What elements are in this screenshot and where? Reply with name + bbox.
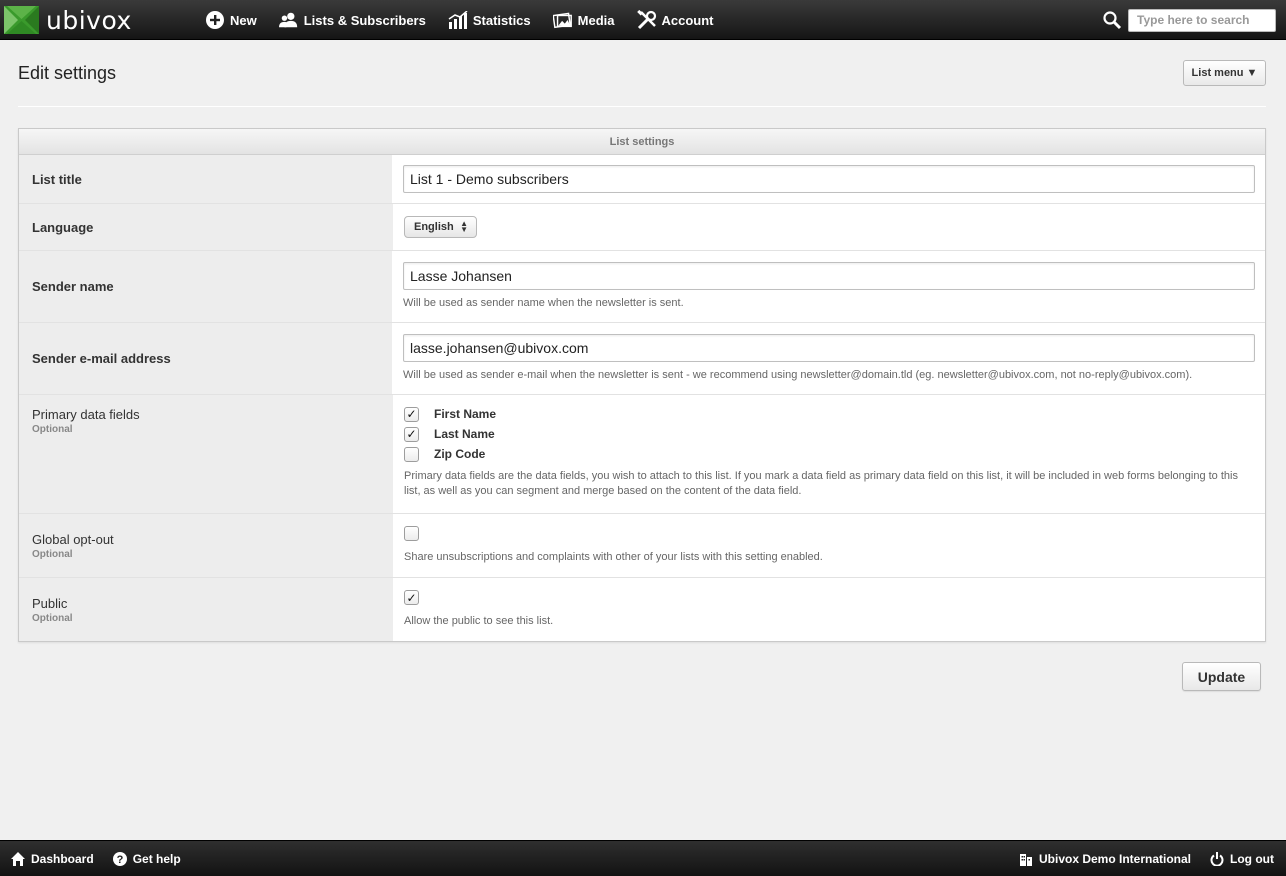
dashboard-label: Dashboard <box>31 852 94 866</box>
select-arrows-icon: ▲ ▼ <box>460 219 468 234</box>
nav-new-label: New <box>230 12 257 28</box>
nav-new[interactable]: New <box>205 10 257 30</box>
users-icon <box>278 10 299 30</box>
header-divider <box>18 106 1266 107</box>
list-title-label: List title <box>32 171 82 187</box>
first-name-checkbox[interactable]: ✓ <box>404 406 419 422</box>
panel-title: List settings <box>19 129 1265 155</box>
field-option-first-name: ✓ First Name <box>404 404 1255 424</box>
row-sender-email: Sender e-mail address Will be used as se… <box>19 323 1265 395</box>
sender-email-label: Sender e-mail address <box>32 351 171 366</box>
primary-fields-help: Primary data fields are the data fields,… <box>404 470 1238 497</box>
footer-dashboard-link[interactable]: Dashboard <box>10 851 94 867</box>
row-list-title: List title <box>19 155 1265 204</box>
nav-lists-subscribers[interactable]: Lists & Subscribers <box>278 10 426 30</box>
images-icon <box>552 10 573 30</box>
account-name-label: Ubivox Demo International <box>1038 852 1192 866</box>
footer-help-link[interactable]: ? Get help <box>112 851 181 867</box>
language-select-value: English <box>414 221 454 233</box>
primary-fields-label: Primary data fields <box>32 407 140 422</box>
public-label: Public <box>32 595 68 611</box>
power-icon <box>1209 851 1225 867</box>
nav-account[interactable]: Account <box>636 10 714 30</box>
row-language: Language English ▲ ▼ <box>19 204 1265 251</box>
field-option-zip-code: Zip Code <box>404 444 1255 464</box>
row-global-optout: Global opt-out Optional Share unsubscrip… <box>19 514 1265 578</box>
row-primary-data-fields: Primary data fields Optional ✓ First Nam… <box>19 395 1265 514</box>
page-title: Edit settings <box>18 63 117 83</box>
footer-logout-link[interactable]: Log out <box>1209 851 1274 867</box>
logout-label: Log out <box>1230 852 1274 866</box>
list-title-input[interactable] <box>403 165 1255 193</box>
primary-fields-optional: Optional <box>32 424 73 435</box>
zip-code-label: Zip Code <box>434 447 486 461</box>
sender-name-input[interactable] <box>403 262 1255 290</box>
nav-account-label: Account <box>661 12 714 28</box>
nav-statistics-label: Statistics <box>472 12 531 28</box>
row-sender-name: Sender name Will be used as sender name … <box>19 251 1265 323</box>
help-label: Get help <box>132 852 181 866</box>
home-icon <box>10 851 26 867</box>
help-icon: ? <box>112 851 128 867</box>
update-button[interactable]: Update <box>1182 662 1261 691</box>
tools-icon <box>636 10 657 30</box>
language-select[interactable]: English ▲ ▼ <box>404 216 477 238</box>
nav-media-label: Media <box>577 12 615 28</box>
row-public: Public Optional ✓ Allow the public to se… <box>19 578 1265 641</box>
global-optout-checkbox[interactable] <box>404 526 419 541</box>
global-optout-label: Global opt-out <box>32 531 114 547</box>
bar-chart-icon <box>448 10 468 30</box>
last-name-label: Last Name <box>434 427 495 441</box>
sender-email-input[interactable] <box>403 334 1255 362</box>
ubivox-logo[interactable]: ubivox <box>4 5 132 35</box>
nav-statistics[interactable]: Statistics <box>448 10 531 30</box>
list-settings-panel: List settings List title Language Englis… <box>18 128 1266 642</box>
search-icon[interactable] <box>1102 10 1122 30</box>
top-navigation-bar: ubivox New Lists & Subscribers Statistic… <box>0 0 1286 40</box>
sender-name-label: Sender name <box>32 279 114 294</box>
nav-media[interactable]: Media <box>552 10 615 30</box>
list-menu-button[interactable]: List menu ▼ <box>1183 60 1266 86</box>
public-checkbox[interactable]: ✓ <box>404 590 419 605</box>
last-name-checkbox[interactable]: ✓ <box>404 426 419 442</box>
main-nav: New Lists & Subscribers Statistics Media… <box>205 0 736 40</box>
field-option-last-name: ✓ Last Name <box>404 424 1255 444</box>
zip-code-checkbox[interactable] <box>404 446 419 462</box>
plus-circle-icon <box>205 10 225 30</box>
svg-text:?: ? <box>116 854 123 866</box>
global-optout-optional: Optional <box>32 548 73 560</box>
sender-name-help: Will be used as sender name when the new… <box>403 297 684 309</box>
sender-email-help: Will be used as sender e-mail when the n… <box>403 369 1193 381</box>
footer-bar: Dashboard ? Get help Ubivox Demo Interna… <box>0 840 1286 876</box>
ubivox-logo-icon <box>4 6 39 34</box>
search-area <box>1102 0 1286 40</box>
global-optout-help: Share unsubscriptions and complaints wit… <box>404 551 823 563</box>
footer-account-link[interactable]: Ubivox Demo International <box>1018 851 1191 867</box>
public-help: Allow the public to see this list. <box>404 615 554 627</box>
brand-name: ubivox <box>46 5 132 35</box>
nav-lists-subscribers-label: Lists & Subscribers <box>303 12 426 28</box>
search-input[interactable] <box>1128 8 1276 32</box>
building-icon <box>1018 851 1034 867</box>
first-name-label: First Name <box>434 407 497 421</box>
language-label: Language <box>32 219 94 235</box>
public-optional: Optional <box>32 612 73 624</box>
